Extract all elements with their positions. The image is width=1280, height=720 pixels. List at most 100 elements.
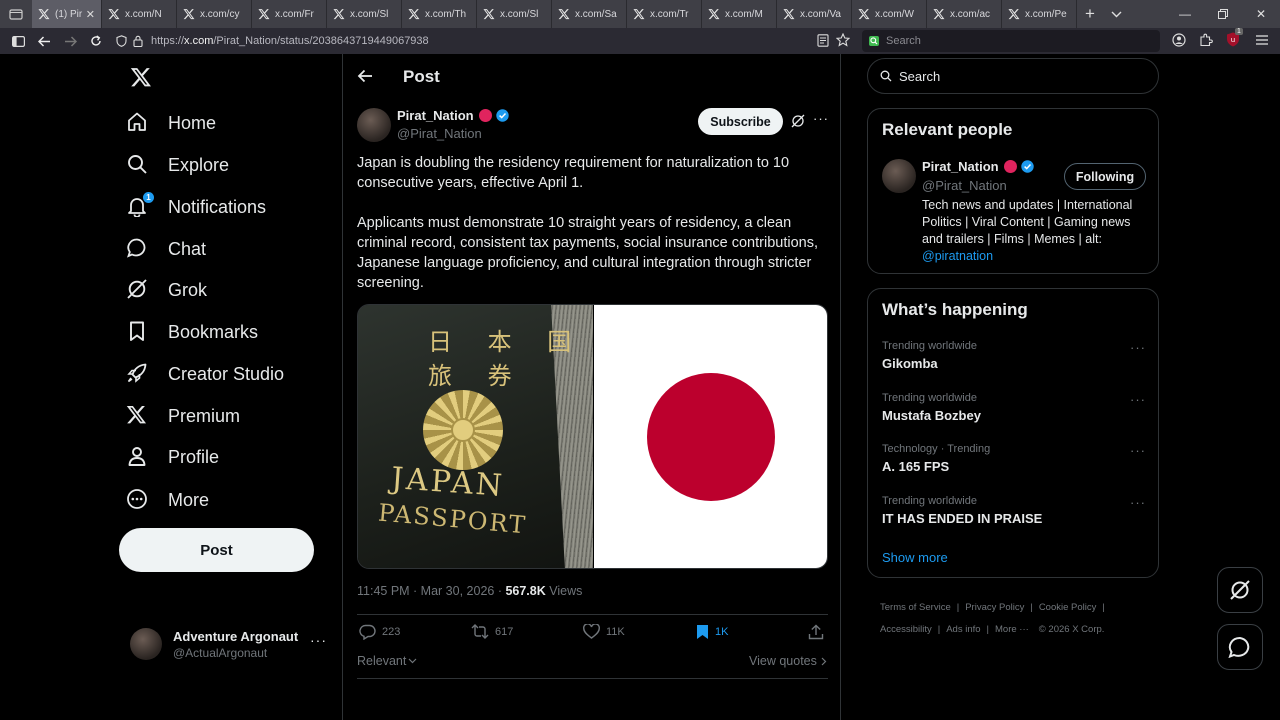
post-more-icon[interactable]: ··· (813, 111, 829, 126)
new-tab-button[interactable]: + (1077, 0, 1103, 28)
back-arrow-icon[interactable] (31, 28, 57, 54)
browser-tab[interactable]: x.com/Fr (252, 0, 327, 28)
browser-tab[interactable]: x.com/Pe (1002, 0, 1077, 28)
browser-search-input[interactable]: Search (862, 30, 1160, 52)
browser-tab[interactable]: x.com/cy (177, 0, 252, 28)
browser-tab[interactable]: x.com/ac (927, 0, 1002, 28)
reload-icon[interactable] (83, 28, 109, 54)
nav-item-notifications[interactable]: 1 Notifications (126, 189, 266, 225)
ublock-extension-icon[interactable]: u 1 (1226, 28, 1243, 48)
nav-item-label: Grok (168, 279, 208, 300)
nav-item-explore[interactable]: Explore (126, 147, 229, 183)
browser-tab[interactable]: x.com/Sl (327, 0, 402, 28)
tab-list-chevron-icon[interactable] (1103, 0, 1129, 28)
terms-link[interactable]: Terms of Service (880, 602, 951, 613)
bookmark-star-icon[interactable] (836, 33, 850, 47)
reader-view-icon[interactable] (817, 34, 829, 47)
author-name-row[interactable]: Pirat_Nation (397, 108, 509, 123)
nav-item-home[interactable]: Home (126, 105, 216, 141)
post-media[interactable]: 日 本 国旅 券 JAPAN PASSPORT (357, 304, 828, 569)
account-more-icon[interactable]: ··· (310, 632, 327, 648)
browser-tab[interactable]: x.com/Va (777, 0, 852, 28)
x-logo-icon[interactable] (130, 66, 152, 88)
x-search-input[interactable]: Search (867, 58, 1159, 94)
nav-item-chat[interactable]: Chat (126, 231, 206, 267)
relevant-person-name-row[interactable]: Pirat_Nation (922, 159, 1034, 174)
extensions-puzzle-icon[interactable] (1199, 33, 1213, 47)
ads-info-link[interactable]: Ads info (946, 624, 980, 635)
nav-item-grok[interactable]: Grok (126, 272, 207, 308)
nav-item-bookmarks[interactable]: Bookmarks (126, 314, 258, 350)
forward-arrow-icon[interactable] (57, 28, 83, 54)
bio-link[interactable]: @piratnation (922, 249, 993, 263)
privacy-link[interactable]: Privacy Policy (965, 602, 1024, 613)
reply-button[interactable]: 223 (359, 624, 400, 640)
whats-happening-card: What’s happening Trending worldwide Gikom… (867, 288, 1159, 578)
author-handle[interactable]: @Pirat_Nation (397, 126, 482, 141)
browser-tab[interactable]: x.com/Th (402, 0, 477, 28)
following-label: Following (1075, 169, 1135, 184)
account-circle-icon[interactable] (1172, 33, 1186, 47)
footer-more-link[interactable]: More ··· (995, 624, 1029, 635)
browser-tab[interactable]: x.com/Sl (477, 0, 552, 28)
trend-item[interactable]: Technology · Trending A. 165 FPS ··· (882, 443, 1146, 474)
chat-fab-button[interactable] (1217, 624, 1263, 670)
relevant-person-avatar[interactable] (882, 159, 916, 193)
account-switcher[interactable]: Adventure Argonaut @ActualArgonaut ··· (130, 624, 330, 664)
subscribe-button[interactable]: Subscribe (698, 108, 783, 135)
post-timestamp[interactable]: 11:45 PM · Mar 30, 2026 · (357, 584, 505, 598)
author-name[interactable]: Pirat_Nation (397, 108, 474, 123)
author-avatar[interactable] (357, 108, 391, 142)
sort-dropdown[interactable]: Relevant (357, 654, 417, 668)
trend-item[interactable]: Trending worldwide Gikomba ··· (882, 340, 1146, 371)
restore-button[interactable] (1204, 0, 1242, 28)
nav-item-creator-studio[interactable]: Creator Studio (126, 356, 284, 392)
reply-icon (359, 624, 382, 640)
browser-tab[interactable]: x.com/W (852, 0, 927, 28)
account-name: Adventure Argonaut (173, 628, 299, 644)
grok-icon[interactable] (791, 114, 805, 128)
tab-overview-icon[interactable] (0, 0, 32, 28)
browser-tab[interactable]: x.com/M (702, 0, 777, 28)
passport-image[interactable]: 日 本 国旅 券 JAPAN PASSPORT (358, 305, 593, 568)
bookmark-button[interactable]: 1K (696, 624, 728, 640)
trend-more-icon[interactable]: ··· (1130, 340, 1146, 355)
shield-icon[interactable] (116, 35, 127, 47)
repost-button[interactable]: 617 (471, 624, 513, 639)
like-button[interactable]: 11K (583, 624, 625, 639)
following-button[interactable]: Following (1064, 163, 1146, 190)
browser-tab[interactable]: x.com/N (102, 0, 177, 28)
browser-tab[interactable]: x.com/Tr (627, 0, 702, 28)
nav-item-premium[interactable]: Premium (126, 398, 240, 434)
trend-item[interactable]: Trending worldwide Mustafa Bozbey ··· (882, 392, 1146, 423)
trend-more-icon[interactable]: ··· (1130, 392, 1146, 407)
share-button[interactable] (808, 624, 830, 640)
post-metadata: 11:45 PM · Mar 30, 2026 · 567.8K Views (357, 584, 582, 598)
close-tab-icon[interactable]: ✕ (86, 8, 95, 21)
trend-item[interactable]: Trending worldwide IT HAS ENDED IN PRAISE… (882, 495, 1146, 526)
show-more-link[interactable]: Show more (882, 550, 948, 565)
footer-links: Terms of Service | Privacy Policy | Cookie P… (880, 602, 1105, 635)
trend-meta: Technology · Trending (882, 443, 991, 455)
app-menu-icon[interactable] (1256, 35, 1268, 45)
view-quotes-link[interactable]: View quotes (749, 654, 827, 668)
browser-tab[interactable]: x.com/Sa (552, 0, 627, 28)
url-bar[interactable]: https://x.com/Pirat_Nation/status/203864… (116, 31, 856, 51)
trend-more-icon[interactable]: ··· (1130, 495, 1146, 510)
cookie-link[interactable]: Cookie Policy (1039, 602, 1097, 613)
browser-tab-label: x.com/Tr (650, 8, 689, 20)
lock-icon[interactable] (133, 35, 143, 47)
post-button[interactable]: Post (119, 528, 314, 572)
accessibility-link[interactable]: Accessibility (880, 624, 932, 635)
nav-item-profile[interactable]: Profile (126, 439, 219, 475)
grok-fab-button[interactable] (1217, 567, 1263, 613)
nav-item-more[interactable]: More (126, 482, 209, 518)
close-window-button[interactable]: ✕ (1242, 0, 1280, 28)
chat-bubble-icon (1228, 636, 1252, 658)
trend-more-icon[interactable]: ··· (1130, 443, 1146, 458)
japan-flag-image[interactable] (594, 305, 827, 568)
sidebar-toggle-icon[interactable] (5, 28, 31, 54)
minimize-button[interactable]: — (1166, 0, 1204, 28)
back-arrow-icon[interactable] (357, 69, 373, 83)
browser-tab[interactable]: (1) Pir ✕ (32, 0, 102, 28)
